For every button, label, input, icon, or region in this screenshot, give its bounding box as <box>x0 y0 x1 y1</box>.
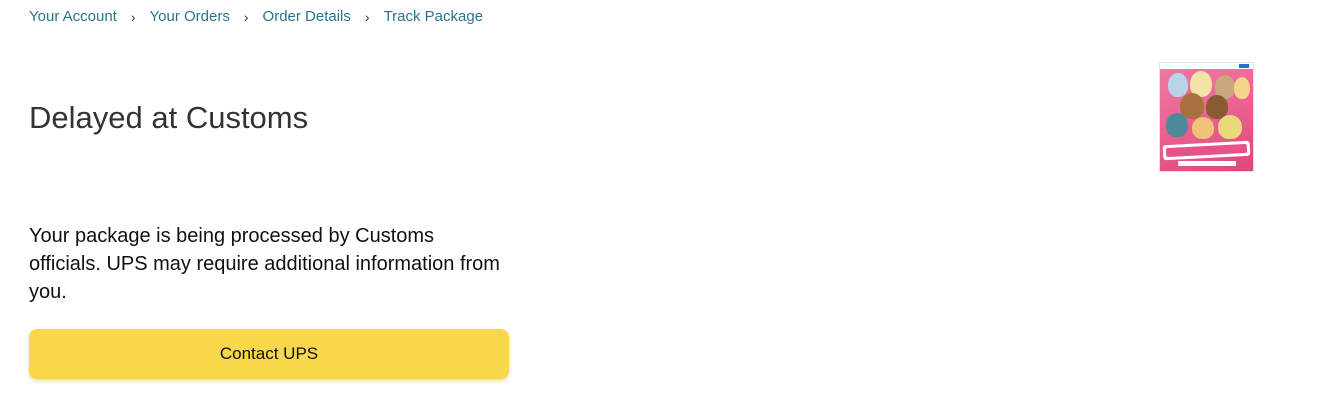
marmalade-boy-logo <box>1162 140 1251 161</box>
status-message: Your package is being processed by Custo… <box>29 225 500 303</box>
character-art-icon <box>1166 113 1188 137</box>
cover-subtitle-bar <box>1178 161 1236 166</box>
product-image[interactable] <box>1159 62 1254 172</box>
page-title: Delayed at Customs <box>29 100 309 135</box>
breadcrumb-your-orders[interactable]: Your Orders <box>150 6 230 28</box>
character-art-icon <box>1234 77 1250 99</box>
breadcrumb-separator-icon: › <box>130 9 136 25</box>
track-package-page: Your Account › Your Orders › Order Detai… <box>0 0 1330 400</box>
breadcrumb-track-package[interactable]: Track Package <box>384 6 484 28</box>
cover-top-banner <box>1160 63 1253 69</box>
breadcrumb: Your Account › Your Orders › Order Detai… <box>29 6 483 28</box>
character-art-icon <box>1218 115 1242 139</box>
breadcrumb-order-details[interactable]: Order Details <box>263 6 351 28</box>
character-art-icon <box>1192 117 1214 139</box>
contact-ups-button[interactable]: Contact UPS <box>29 329 509 379</box>
breadcrumb-separator-icon: › <box>364 9 370 25</box>
breadcrumb-your-account[interactable]: Your Account <box>29 6 117 28</box>
breadcrumb-separator-icon: › <box>243 9 249 25</box>
bluray-logo-icon <box>1239 64 1249 68</box>
character-art-icon <box>1168 73 1188 97</box>
